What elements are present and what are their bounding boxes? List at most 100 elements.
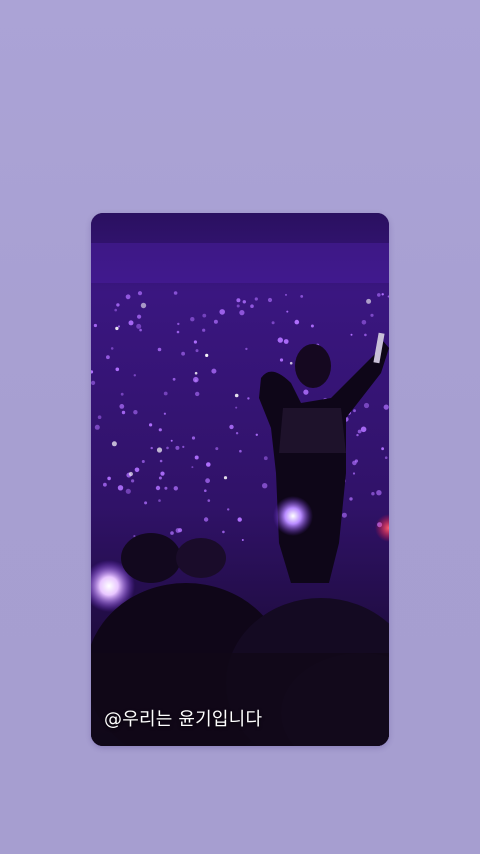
lightstick-dot	[237, 517, 242, 522]
lightstick-dot	[376, 490, 382, 496]
lightstick-dot	[271, 321, 275, 325]
lightstick-dot	[235, 406, 238, 409]
lightstick-dot	[172, 377, 176, 381]
lightstick-dot	[163, 412, 166, 415]
lightstick-dot	[103, 482, 107, 487]
lightstick-dot	[125, 488, 131, 494]
lightstick-dot	[366, 298, 372, 304]
lightstick-dot	[120, 392, 124, 396]
lightstick-dot	[190, 317, 195, 322]
lightstick-dot	[215, 447, 219, 451]
lightstick-dot	[289, 361, 293, 365]
lightstick-dot	[155, 485, 161, 491]
lightstick-dot	[203, 517, 209, 522]
lightstick-dot	[207, 499, 211, 502]
lightstick-dot	[94, 424, 100, 430]
lightstick-dot	[234, 393, 239, 398]
lightstick-dot	[136, 323, 142, 329]
lightstick-dot	[377, 293, 381, 297]
lightstick-dot	[250, 304, 254, 308]
lightstick-dot	[371, 492, 375, 496]
lightstick-dot	[279, 358, 284, 362]
lightstick-dot	[107, 476, 111, 481]
lightstick-dot	[360, 426, 367, 433]
lightstick-dot	[115, 326, 119, 331]
lightstick-glow-small	[273, 496, 313, 536]
lightstick-dot	[202, 328, 206, 332]
lightstick-dot	[384, 456, 388, 459]
lightstick-dot	[353, 409, 356, 413]
lightstick-dot	[156, 447, 163, 453]
lightstick-dot	[381, 447, 384, 451]
lightstick-dot	[117, 485, 124, 491]
lightstick-dot	[158, 428, 162, 432]
lightstick-dot	[205, 478, 210, 484]
lightstick-dot	[357, 429, 362, 434]
lightstick-dot	[286, 310, 289, 313]
lightstick-dot	[158, 476, 162, 480]
story-media-card[interactable]: @우리는 윤기입니다	[91, 213, 389, 746]
lightstick-dot	[141, 460, 145, 463]
lightstick-dot	[163, 391, 168, 396]
lightstick-dot	[361, 320, 367, 325]
lightstick-dot	[294, 319, 300, 325]
lightstick-dot	[150, 446, 153, 450]
lightstick-dot	[242, 300, 246, 304]
lightstick-dot	[139, 328, 142, 332]
lightstick-dot	[181, 351, 185, 356]
lightstick-dot	[175, 445, 180, 450]
lightstick-dot	[383, 404, 389, 410]
lightstick-dot	[254, 297, 258, 301]
lightstick-dot	[356, 433, 359, 437]
lightstick-dot	[114, 308, 117, 312]
lightstick-dot	[194, 371, 198, 375]
lightstick-dot	[173, 291, 178, 295]
lightstick-dot	[166, 446, 169, 450]
lightstick-dot	[245, 347, 248, 351]
lightstick-dot	[205, 353, 209, 357]
lightstick-dot	[223, 476, 228, 480]
lightstick-dot	[229, 424, 234, 430]
lightstick-dot	[128, 320, 134, 326]
lightstick-dot	[128, 471, 133, 477]
lightstick-dot	[137, 291, 143, 296]
lightstick-dot	[211, 368, 217, 374]
lightstick-dot	[149, 423, 153, 427]
lightstick-dot	[158, 499, 161, 502]
lightstick-dot	[195, 391, 200, 397]
lightstick-dot	[352, 472, 356, 475]
lightstick-dot	[310, 324, 314, 328]
lightstick-dot	[159, 459, 163, 463]
story-mention-caption[interactable]: @우리는 윤기입니다	[104, 705, 262, 731]
lightstick-dot	[263, 456, 268, 461]
lightstick-dot	[182, 445, 185, 448]
lightstick-dot	[363, 402, 370, 409]
lightstick-dot	[195, 349, 199, 353]
lightstick-dot	[116, 303, 120, 307]
lightstick-dot	[204, 489, 207, 493]
lightstick-dot	[191, 466, 194, 469]
lightstick-dot	[300, 295, 304, 298]
lightstick-dot	[131, 479, 135, 483]
lightstick-dot	[349, 497, 353, 501]
lightstick-dot	[277, 337, 283, 343]
lightstick-dot	[176, 330, 180, 334]
lightstick-dot	[121, 410, 126, 415]
lightstick-dot	[177, 322, 180, 326]
lightstick-dot	[236, 304, 240, 308]
lightstick-dot	[97, 415, 102, 419]
lightstick-dot	[115, 367, 120, 372]
lightstick-dot	[247, 397, 250, 400]
lightstick-dot	[236, 298, 241, 303]
lightstick-dot	[93, 323, 97, 328]
lightstick-dot	[235, 432, 239, 435]
lightstick-dot	[118, 325, 120, 328]
lightstick-dot	[213, 319, 218, 324]
lightstick-dot	[191, 436, 196, 440]
lightstick-dot	[350, 333, 353, 336]
lightstick-dot	[133, 410, 138, 415]
lightstick-dot	[91, 380, 96, 385]
lightstick-dot	[255, 433, 258, 436]
lightstick-dot	[160, 471, 165, 476]
lightstick-dot	[227, 508, 230, 511]
